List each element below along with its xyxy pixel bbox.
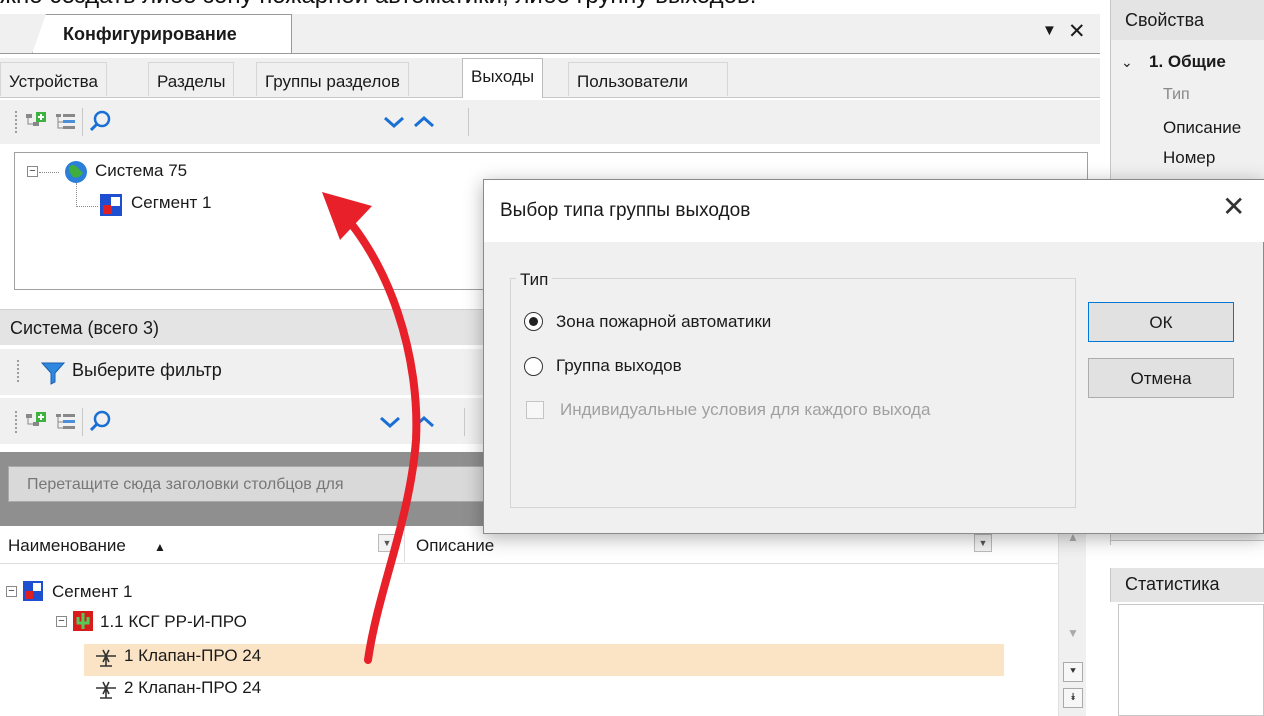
valve-icon [96,649,116,667]
tab-outputs[interactable]: Выходы [462,58,544,98]
expand-down-icon[interactable] [382,114,406,130]
tree-toolbar [0,100,1100,144]
column-name-header[interactable]: Наименование [8,536,126,556]
toolbar-grip [14,110,18,134]
tab-devices[interactable]: Устройства [0,62,107,96]
properties-title: Свойства [1110,0,1264,40]
property-number[interactable]: Номер [1163,148,1215,168]
tab-sections[interactable]: Разделы [148,62,235,96]
close-icon[interactable]: ✕ [1068,19,1086,44]
segment-icon [23,581,43,601]
grid-row-valve-1[interactable]: 1 Клапан-ПРО 24 [124,646,261,666]
segment-icon [100,194,122,216]
properties-section[interactable]: 1. Общие [1149,52,1226,72]
grid-row-valve-2[interactable]: 2 Клапан-ПРО 24 [124,678,261,698]
chevron-down-icon[interactable]: ⌄ [1121,54,1133,71]
tab-section-groups[interactable]: Группы разделов [256,62,409,96]
output-group-radio[interactable] [524,357,543,376]
output-group-label[interactable]: Группа выходов [556,356,682,376]
search-icon[interactable] [88,408,114,434]
select-filter-button[interactable]: Выберите фильтр [66,356,228,388]
scroll-end-button[interactable]: ⯯ [1063,688,1083,708]
type-group-label: Тип [516,270,553,290]
valve-icon [96,681,116,699]
add-device-icon[interactable] [24,410,48,434]
individual-conditions-label: Индивидуальные условия для каждого выход… [560,400,931,419]
cancel-button[interactable]: Отмена [1088,358,1234,398]
collapse-toggle[interactable]: − [27,166,38,177]
properties-footer [1111,540,1264,554]
column-description-header[interactable]: Описание [416,536,494,556]
controller-icon [73,611,93,631]
ok-button[interactable]: ОК [1088,302,1234,342]
scroll-down-icon[interactable]: ▼ [1067,626,1079,640]
sort-asc-icon: ▲ [154,540,166,554]
toolbar-separator [82,108,83,136]
toolbar-separator [82,408,83,436]
toolbar-grip [16,359,20,383]
collapse-toggle[interactable]: − [6,586,17,597]
toolbar-separator [468,108,469,136]
config-subtabs: Устройства Разделы Группы разделов Выход… [0,58,1100,98]
toolbar-separator [464,408,465,436]
dropdown-arrow-icon[interactable]: ▼ [1042,22,1057,39]
collapse-up-icon[interactable] [412,414,436,430]
config-panel-tab[interactable]: Конфигурирование [32,14,292,54]
page-down-button[interactable]: ⯆ [1063,662,1083,682]
tree-connector [76,206,98,207]
globe-icon [65,161,87,183]
funnel-icon [40,362,66,385]
tab-users[interactable]: Пользователи [568,62,728,96]
tree-node-system[interactable]: Система 75 [95,161,187,181]
grid-scrollbar[interactable]: ▲ ▼ ⯆ ⯯ [1058,526,1086,716]
add-device-icon[interactable] [24,110,48,134]
individual-conditions-checkbox[interactable] [526,401,544,419]
collapse-up-icon[interactable] [412,114,436,130]
grid-row-segment[interactable]: Сегмент 1 [52,582,132,602]
tree-view-icon[interactable] [54,110,78,134]
caption-text: жно создать либо зону пожарной автоматик… [0,0,1110,10]
fire-automation-zone-radio[interactable] [524,312,543,331]
statistics-title: Статистика [1110,568,1264,602]
tree-node-segment[interactable]: Сегмент 1 [131,193,211,213]
search-icon[interactable] [88,108,114,134]
tree-connector [76,183,77,207]
tree-view-icon[interactable] [54,410,78,434]
property-description[interactable]: Описание [1163,118,1241,138]
collapse-toggle[interactable]: − [56,616,67,627]
column-filter-dropdown[interactable]: ▼ [378,534,396,552]
column-divider [404,528,405,562]
group-by-hint[interactable]: Перетащите сюда заголовки столбцов для [8,466,508,502]
property-type[interactable]: Тип [1163,86,1190,104]
grid-row-controller[interactable]: 1.1 КСГ РР-И-ПРО [100,612,247,632]
column-filter-dropdown[interactable]: ▼ [974,534,992,552]
fire-automation-zone-label[interactable]: Зона пожарной автоматики [556,312,771,332]
statistics-panel [1118,604,1264,716]
toolbar-grip [14,410,18,434]
expand-down-icon[interactable] [378,414,402,430]
tree-connector [39,172,59,173]
close-icon[interactable]: ✕ [1222,190,1245,223]
tab-divider [0,53,1100,54]
dialog-title: Выбор типа группы выходов [500,200,751,221]
